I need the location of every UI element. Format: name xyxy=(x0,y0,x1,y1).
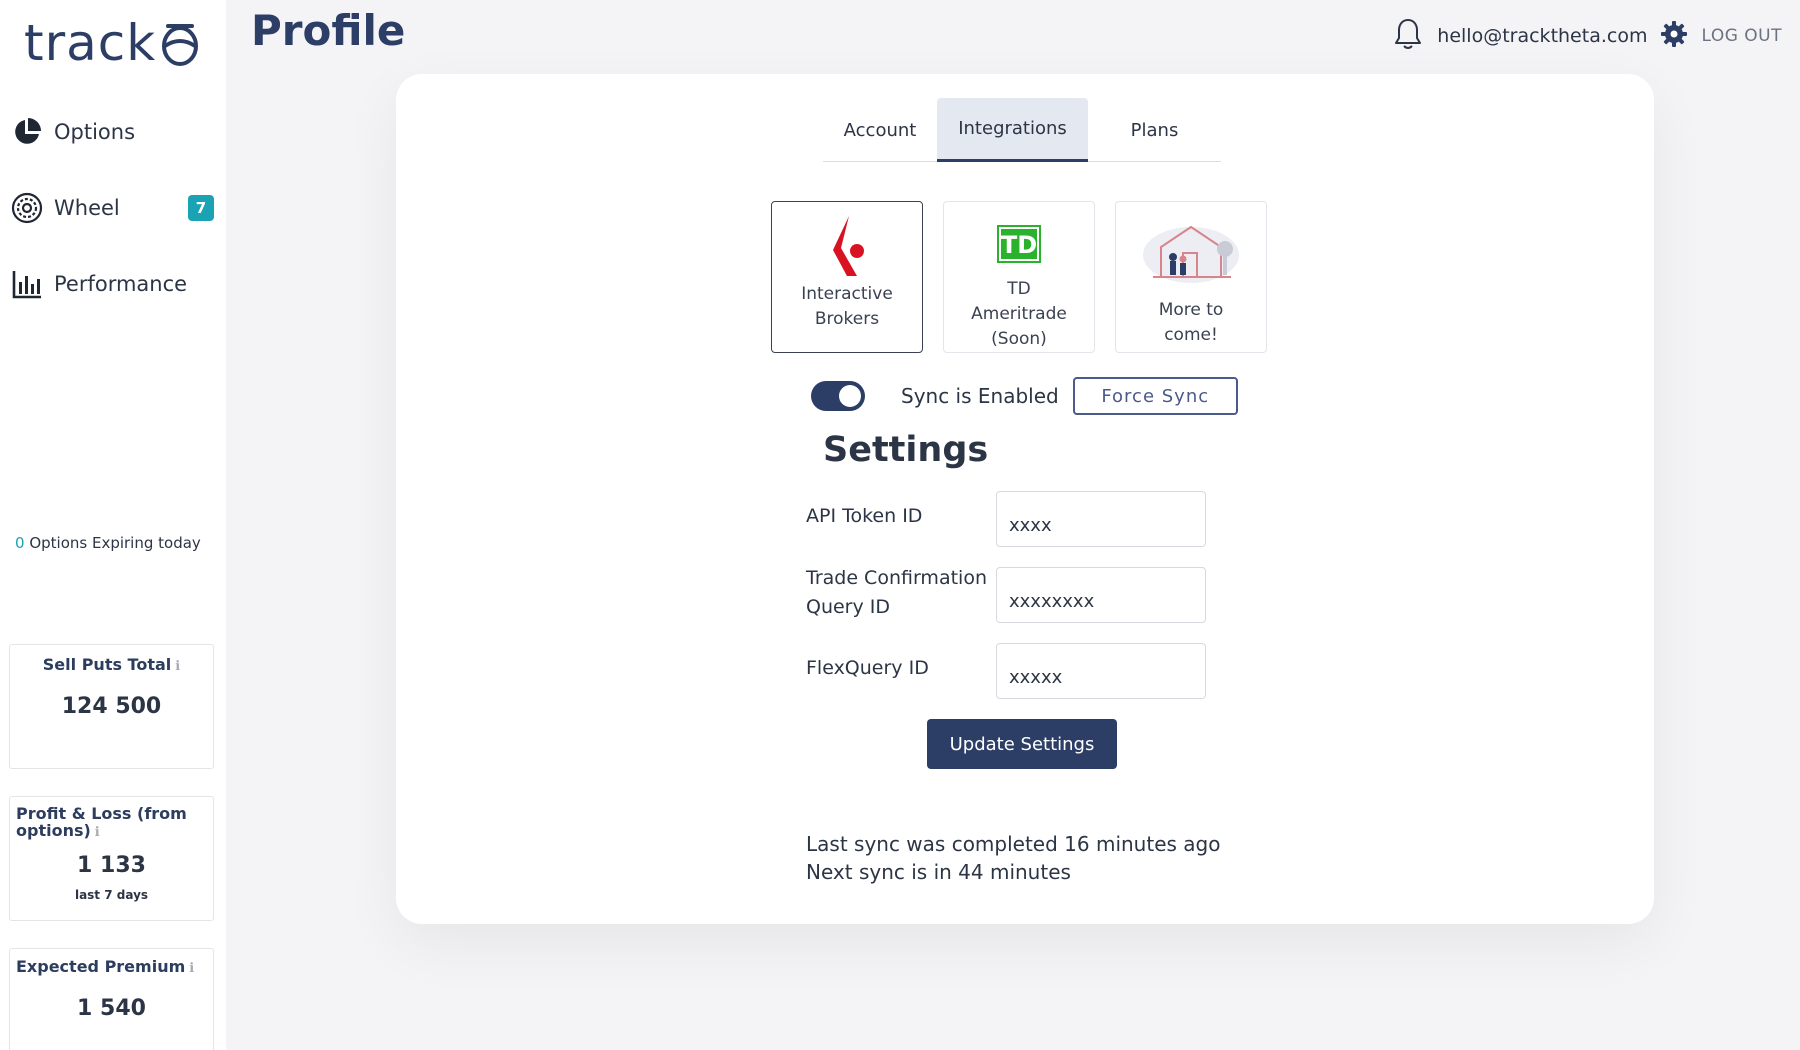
wheel-count-badge: 7 xyxy=(188,195,214,221)
force-sync-button[interactable]: Force Sync xyxy=(1072,377,1238,415)
broker-more-to-come[interactable]: More to come! xyxy=(1115,201,1267,353)
broker-list: Interactive Brokers TD TD Ameritrade (So… xyxy=(771,201,1267,353)
profile-tabs: Account Integrations Plans xyxy=(823,98,1221,162)
broker-interactive-brokers[interactable]: Interactive Brokers xyxy=(771,201,923,353)
info-icon[interactable]: ℹ xyxy=(175,659,180,674)
stat-period: last 7 days xyxy=(74,888,149,902)
stat-card-expected-premium: Expected Premium ℹ 1 540 xyxy=(9,948,214,1050)
house-illustration-icon xyxy=(1139,206,1243,298)
stat-card-sell-puts: Sell Puts Total ℹ 124 500 xyxy=(9,644,214,769)
logout-button[interactable]: LOG OUT xyxy=(1701,26,1782,46)
broker-name: come! xyxy=(1164,325,1218,345)
sidebar-item-label: Performance xyxy=(54,272,188,296)
broker-name: Ameritrade xyxy=(971,304,1067,324)
broker-name: More to xyxy=(1158,300,1224,320)
sync-info: Last sync was completed 16 minutes ago N… xyxy=(806,830,1220,886)
api-token-label: API Token ID xyxy=(806,505,923,527)
trade-confirmation-label: Trade Confirmation Query ID xyxy=(806,567,987,618)
stat-title: Profit & Loss (from options) xyxy=(16,804,187,840)
sidebar: track Options Wheel 7 Performance 0 Opti… xyxy=(0,0,226,1050)
info-icon[interactable]: ℹ xyxy=(189,961,194,976)
tab-integrations[interactable]: Integrations xyxy=(937,98,1088,162)
bar-chart-icon xyxy=(10,267,44,301)
interactive-brokers-logo-icon xyxy=(827,210,867,282)
sync-controls: Sync is Enabled Force Sync xyxy=(811,376,1238,416)
stat-card-profit-loss: Profit & Loss (from options) ℹ 1 133 last… xyxy=(9,796,214,921)
broker-name: Brokers xyxy=(814,309,880,329)
stat-title: Expected Premium xyxy=(16,957,186,976)
pie-chart-icon xyxy=(10,115,44,149)
flexquery-label: FlexQuery ID xyxy=(806,657,929,679)
header-actions: hello@tracktheta.com LOG OUT xyxy=(1393,16,1782,56)
gear-icon[interactable] xyxy=(1661,21,1688,51)
expiring-count: 0 xyxy=(15,534,25,552)
sidebar-item-wheel[interactable]: Wheel 7 xyxy=(10,186,214,230)
tab-plans[interactable]: Plans xyxy=(1088,98,1221,162)
stat-value: 1 133 xyxy=(77,853,146,878)
options-expiring-today[interactable]: 0 Options Expiring today xyxy=(15,534,201,552)
user-email: hello@tracktheta.com xyxy=(1437,25,1648,47)
update-settings-button[interactable]: Update Settings xyxy=(927,719,1117,769)
flexquery-input[interactable] xyxy=(996,643,1206,699)
logo-text: track xyxy=(24,14,157,72)
page-title: Profile xyxy=(251,6,406,55)
sidebar-item-performance[interactable]: Performance xyxy=(10,262,214,306)
sidebar-item-label: Wheel xyxy=(54,196,120,220)
stat-value: 1 540 xyxy=(77,996,146,1021)
broker-td-ameritrade[interactable]: TD TD Ameritrade (Soon) xyxy=(943,201,1095,353)
broker-status: (Soon) xyxy=(991,329,1047,349)
td-logo-icon: TD xyxy=(997,210,1041,277)
bell-icon[interactable] xyxy=(1393,17,1423,55)
svg-text:TD: TD xyxy=(1001,231,1037,259)
wheel-icon xyxy=(10,191,44,225)
theta-logo-icon xyxy=(162,24,199,66)
api-token-input[interactable] xyxy=(996,491,1206,547)
sync-status-label: Sync is Enabled xyxy=(901,384,1059,408)
broker-name: TD xyxy=(1007,279,1031,299)
stat-title: Sell Puts Total xyxy=(42,655,172,674)
last-sync-text: Last sync was completed 16 minutes ago xyxy=(806,832,1221,856)
tab-account[interactable]: Account xyxy=(823,98,937,162)
sidebar-item-label: Options xyxy=(54,120,136,144)
next-sync-text: Next sync is in 44 minutes xyxy=(806,860,1071,884)
sidebar-item-options[interactable]: Options xyxy=(10,110,214,154)
stat-value: 124 500 xyxy=(61,694,162,719)
settings-title: Settings xyxy=(823,430,989,470)
sync-toggle[interactable] xyxy=(811,381,865,411)
broker-name: Interactive xyxy=(801,284,893,304)
trade-confirmation-input[interactable] xyxy=(996,567,1206,623)
expiring-label: Options Expiring today xyxy=(29,534,201,552)
toggle-knob xyxy=(839,385,861,407)
info-icon[interactable]: ℹ xyxy=(95,825,100,840)
app-logo[interactable]: track xyxy=(24,14,202,72)
profile-card: Account Integrations Plans Interactive B… xyxy=(396,74,1654,924)
